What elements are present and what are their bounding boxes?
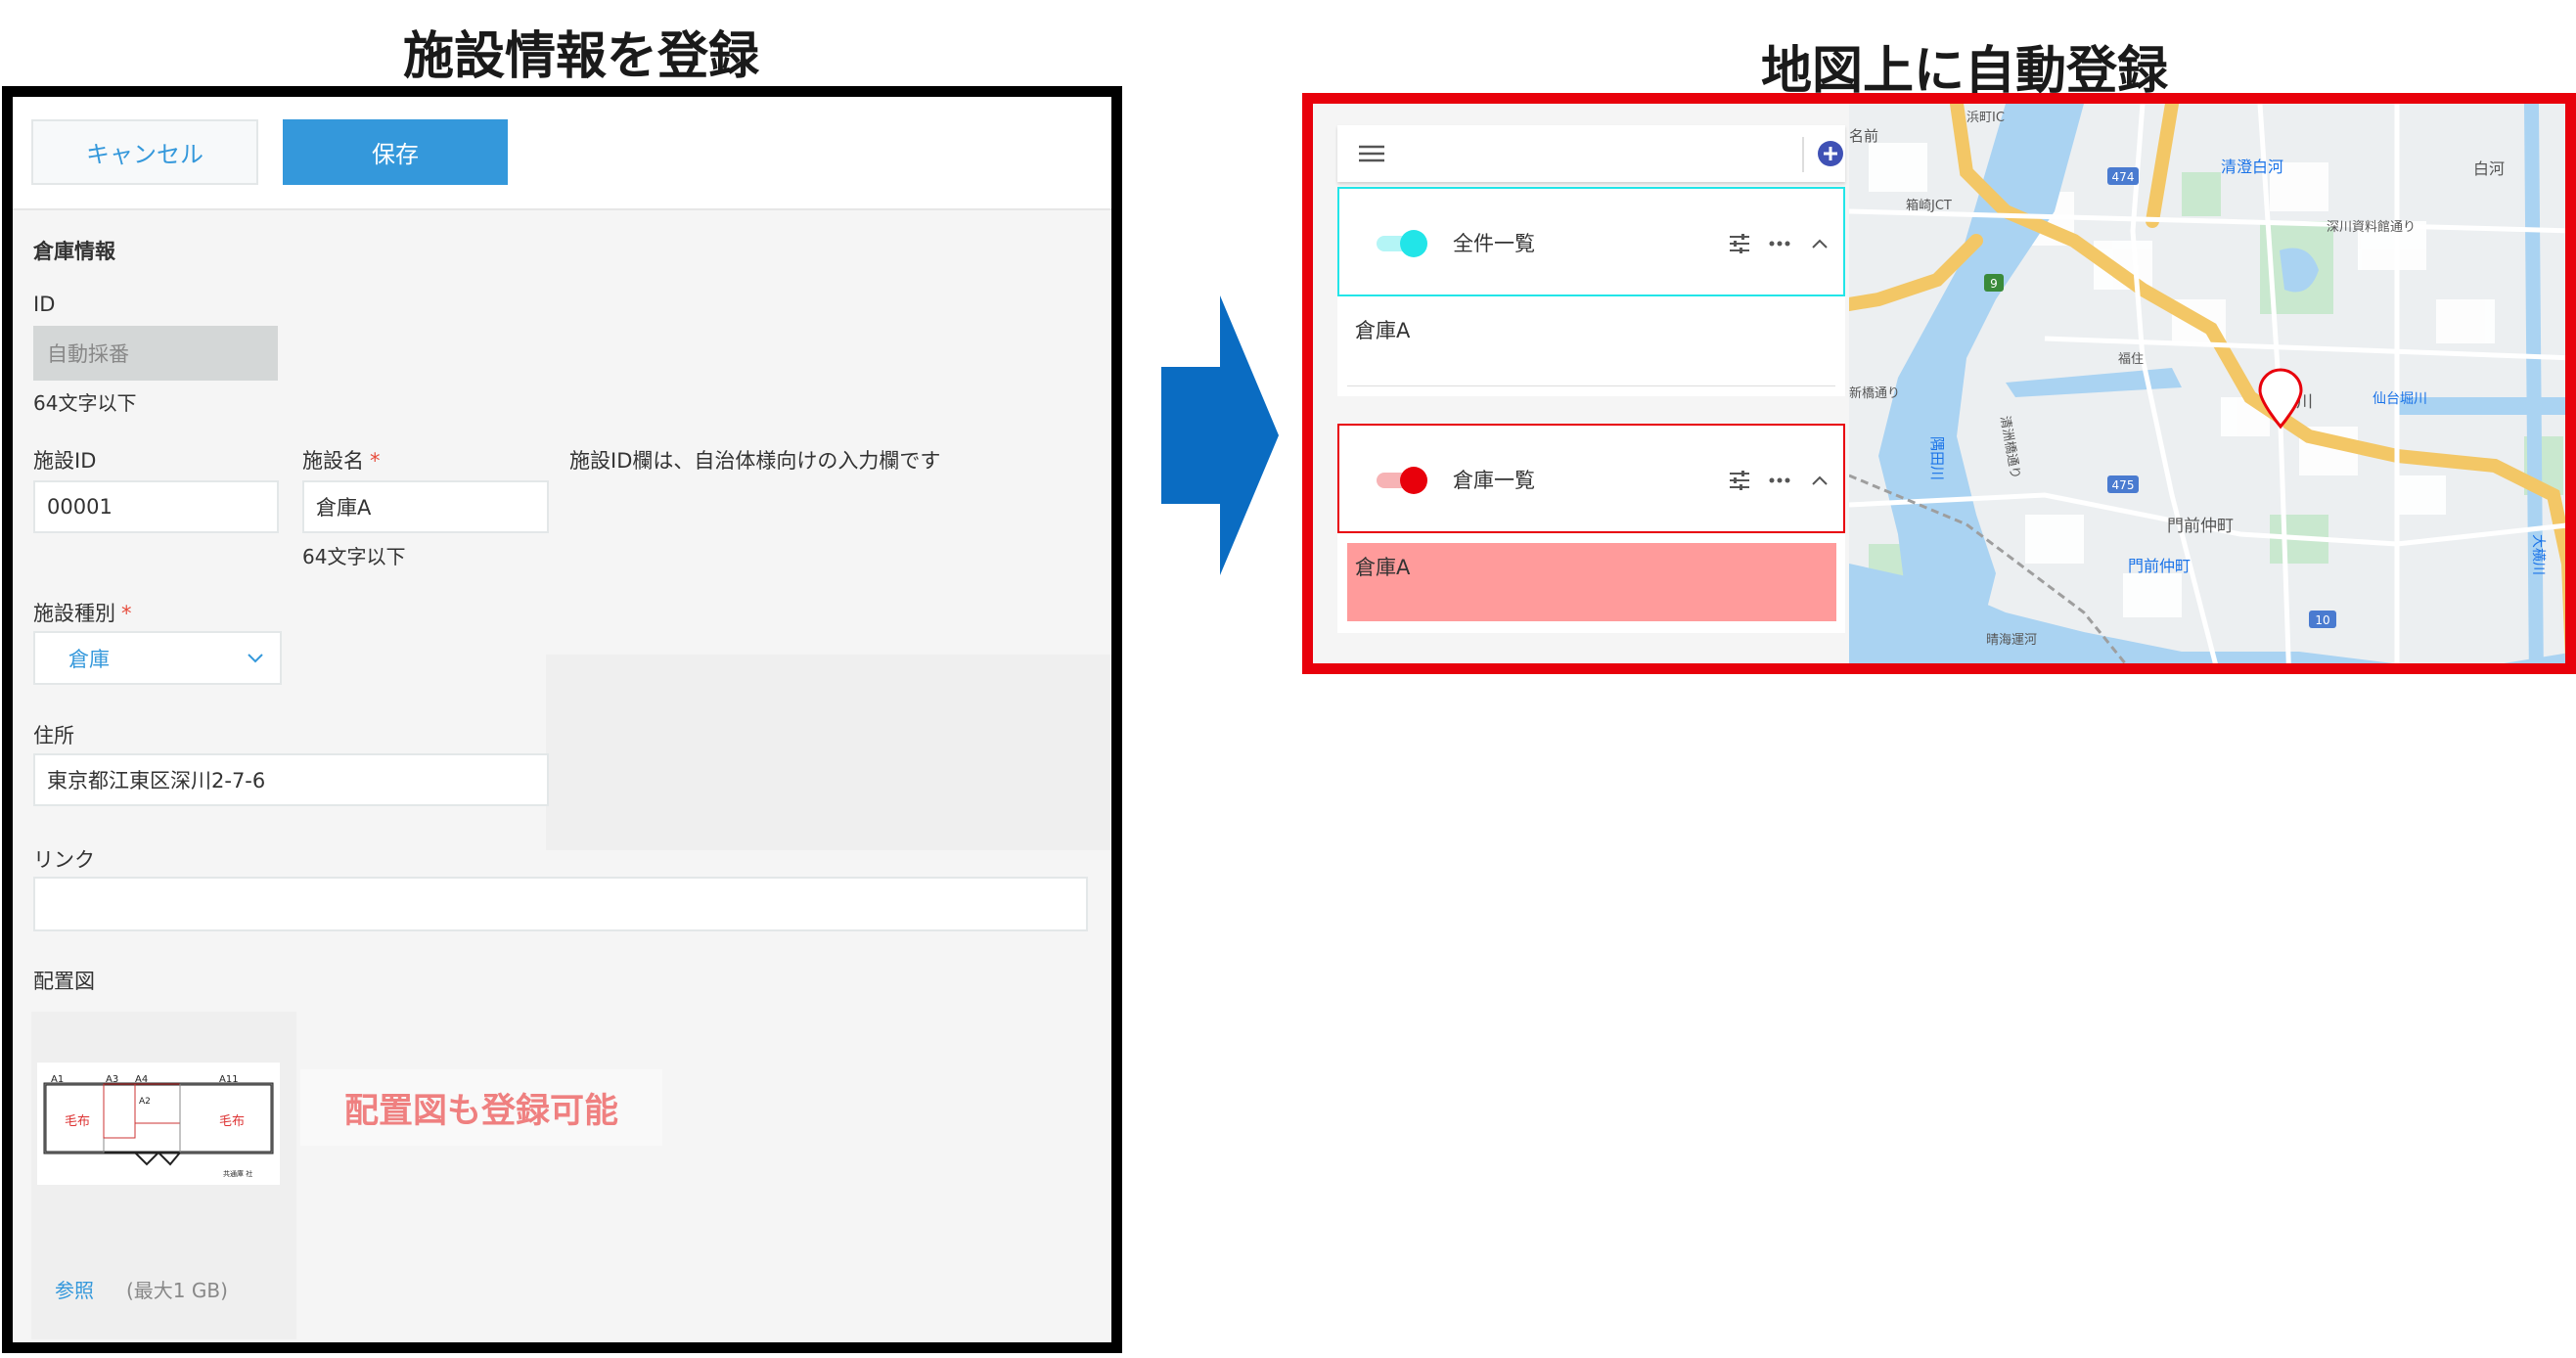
map-label-kiyosumi: 清澄白河 <box>2221 158 2283 176</box>
plan-label-a11: A11 <box>219 1074 239 1085</box>
plan-label-a2: A2 <box>139 1097 151 1107</box>
layer-sidebar: 全件一覧 倉庫A 倉庫一覧 倉庫A <box>1313 104 1849 663</box>
map-label-shiryokan: 深川資料館通り <box>2327 220 2416 235</box>
sidebar-toolbar <box>1337 125 1845 182</box>
plan-blanket-left: 毛布 <box>65 1114 90 1129</box>
hamburger-icon[interactable] <box>1359 145 1384 162</box>
layer-all-item[interactable]: 倉庫A <box>1355 315 1410 344</box>
layer-warehouse-item-highlight[interactable] <box>1347 543 1836 621</box>
plan-label-a4: A4 <box>135 1074 148 1085</box>
link-label: リンク <box>33 848 95 872</box>
facility-id-label: 施設ID <box>33 449 97 473</box>
map-label-hamacho: 浜町IC <box>1966 111 2005 125</box>
layer-warehouse-item[interactable]: 倉庫A <box>1355 552 1410 581</box>
map-label-sendaibori: 仙台堀川 <box>2373 391 2427 407</box>
max-size-text: (最大1 GB) <box>126 1279 228 1302</box>
map-panel: 全件一覧 倉庫A 倉庫一覧 倉庫A 名前 浜町IC 箱崎JCT 清澄白河 白河 … <box>1302 93 2576 674</box>
facility-form-panel: キャンセル 保存 倉庫情報 ID 自動採番 64文字以下 施設ID 00001 … <box>2 86 1122 1353</box>
layer-warehouse: 倉庫一覧 倉庫A <box>1337 424 1845 633</box>
save-button[interactable]: 保存 <box>283 119 508 185</box>
layout-label: 配置図 <box>33 970 95 993</box>
route-475: 475 <box>2112 478 2135 492</box>
route-10: 10 <box>2315 613 2329 627</box>
browse-link[interactable]: 参照 <box>55 1275 94 1303</box>
floor-plan-drawing: A1 A3 A4 A11 A2 毛布 毛布 共通庫 社 <box>43 1074 274 1178</box>
map-canvas: 名前 浜町IC 箱崎JCT 清澄白河 白河 深川資料館通り 福住 深川 仙台堀川… <box>1842 104 2565 663</box>
more-icon[interactable] <box>1768 240 1791 248</box>
plan-blanket-right: 毛布 <box>219 1114 245 1129</box>
map-label-sumidagawa: 隅田川 <box>1928 436 1946 480</box>
chevron-up-icon[interactable] <box>1811 475 1829 486</box>
layer-all-toggle-knob[interactable] <box>1400 230 1427 257</box>
plan-label-a1: A1 <box>51 1074 64 1085</box>
facility-name-input[interactable]: 倉庫A <box>302 480 549 533</box>
address-label: 住所 <box>33 724 74 747</box>
facility-name-label-text: 施設名 <box>302 449 364 473</box>
floor-plan-thumbnail: A1 A3 A4 A11 A2 毛布 毛布 共通庫 社 <box>37 1063 280 1185</box>
layout-note: 配置図も登録可能 <box>300 1069 662 1146</box>
add-circle-icon[interactable] <box>1817 140 1844 167</box>
required-mark: * <box>121 602 132 625</box>
layer-warehouse-header[interactable]: 倉庫一覧 <box>1337 424 1845 533</box>
plan-label-a3: A3 <box>106 1074 118 1085</box>
chevron-up-icon[interactable] <box>1811 238 1829 249</box>
layer-all-divider <box>1347 385 1835 386</box>
link-input[interactable] <box>33 877 1088 931</box>
map-label-harumi: 晴海運河 <box>1986 633 2037 648</box>
section-title: 倉庫情報 <box>33 240 115 263</box>
layer-all-title: 全件一覧 <box>1453 232 1535 255</box>
map-label-hakozaki: 箱崎JCT <box>1906 198 1952 213</box>
chevron-down-icon <box>248 654 263 663</box>
id-field: 自動採番 <box>33 326 278 381</box>
map-label-edge2: 新橋通り <box>1849 385 1900 401</box>
map-label-oyokogawa: 大横川 <box>2530 534 2546 575</box>
map-label-shirakawa: 白河 <box>2473 159 2505 178</box>
facility-type-value: 倉庫 <box>68 647 110 671</box>
facility-name-hint: 64文字以下 <box>302 545 406 568</box>
empty-area <box>546 655 1111 850</box>
plan-caption: 共通庫 社 <box>223 1169 252 1178</box>
tune-icon[interactable] <box>1728 232 1751 255</box>
map-label-monzen2: 門前仲町 <box>2128 557 2191 575</box>
cancel-button[interactable]: キャンセル <box>31 119 258 185</box>
layer-all-header[interactable]: 全件一覧 <box>1337 187 1845 296</box>
id-hint: 64文字以下 <box>33 391 137 415</box>
facility-type-label-text: 施設種別 <box>33 602 115 625</box>
right-heading: 地図上に自動登録 <box>1760 42 2168 101</box>
facility-type-label: 施設種別 * <box>33 598 132 627</box>
more-icon[interactable] <box>1768 476 1791 484</box>
layer-warehouse-toggle-knob[interactable] <box>1400 467 1427 494</box>
address-input[interactable]: 東京都江東区深川2-7-6 <box>33 753 549 806</box>
id-label: ID <box>33 293 56 316</box>
facility-type-select[interactable]: 倉庫 <box>33 631 282 685</box>
toolbar-divider <box>1802 137 1804 172</box>
facility-id-note: 施設ID欄は、自治体様向けの入力欄です <box>569 449 941 473</box>
map-view[interactable]: 名前 浜町IC 箱崎JCT 清澄白河 白河 深川資料館通り 福住 深川 仙台堀川… <box>1842 104 2565 663</box>
map-label-fukuzumi: 福住 <box>2118 352 2144 367</box>
form-toolbar: キャンセル 保存 <box>13 97 1111 210</box>
map-label-monzen1: 門前仲町 <box>2167 517 2234 536</box>
facility-id-input[interactable]: 00001 <box>33 480 279 533</box>
layer-warehouse-title: 倉庫一覧 <box>1453 469 1535 492</box>
arrow-right-icon <box>1161 295 1279 575</box>
tune-icon[interactable] <box>1728 469 1751 492</box>
map-label-edge1: 名前 <box>1849 127 1878 145</box>
layer-all: 全件一覧 倉庫A <box>1337 187 1845 396</box>
route-9: 9 <box>1990 277 1998 291</box>
facility-name-label: 施設名 * <box>302 445 381 475</box>
left-heading: 施設情報を登録 <box>402 27 759 86</box>
required-mark: * <box>370 449 381 473</box>
route-474: 474 <box>2112 170 2135 184</box>
